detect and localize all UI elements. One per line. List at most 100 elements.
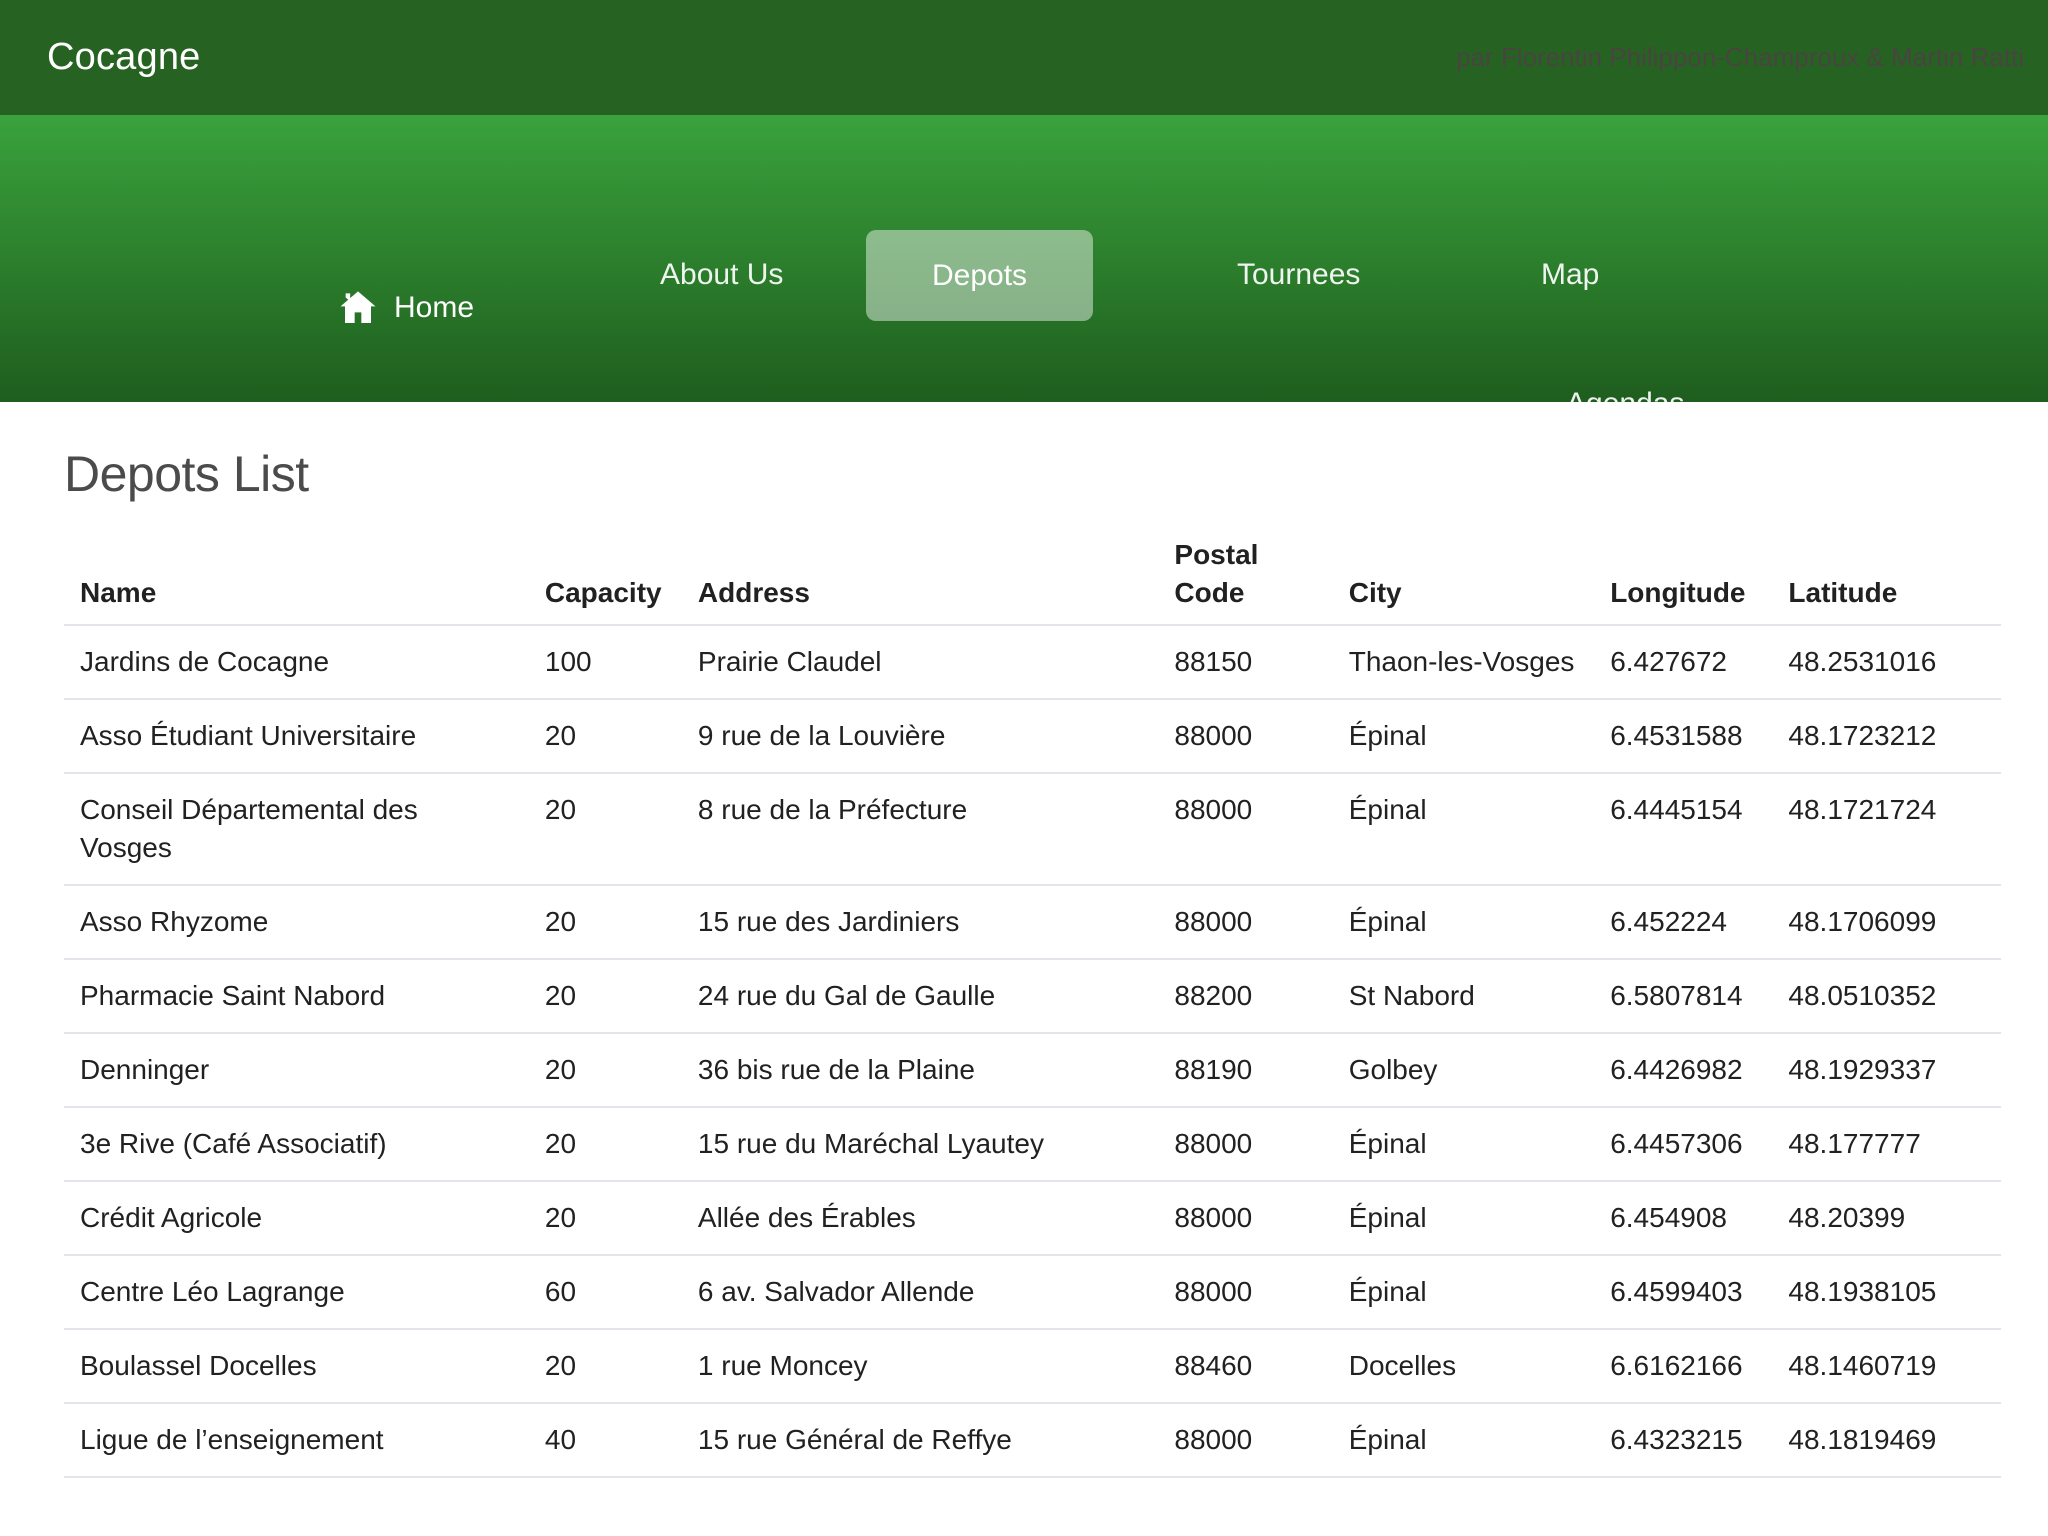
table-cell: Denninger bbox=[64, 1033, 529, 1107]
table-cell: 48.0510352 bbox=[1772, 959, 2001, 1033]
credit-text: par Florentin Philippon-Champroux & Mart… bbox=[1456, 42, 2024, 73]
table-cell: 20 bbox=[529, 1181, 682, 1255]
table-cell: 15 rue du Maréchal Lyautey bbox=[682, 1107, 1159, 1181]
table-cell: 15 rue des Jardiniers bbox=[682, 885, 1159, 959]
table-cell: Allée des Érables bbox=[682, 1181, 1159, 1255]
table-cell: 88000 bbox=[1158, 1403, 1332, 1477]
table-cell: 48.1723212 bbox=[1772, 699, 2001, 773]
table-cell: Ligue de l’enseignement bbox=[64, 1403, 529, 1477]
table-cell: 6.4457306 bbox=[1594, 1107, 1772, 1181]
table-cell: 48.1938105 bbox=[1772, 1255, 2001, 1329]
nav-item-depots[interactable]: Depots bbox=[866, 230, 1093, 321]
table-cell: Épinal bbox=[1333, 1255, 1594, 1329]
column-header: Name bbox=[64, 536, 529, 625]
table-cell: 48.2531016 bbox=[1772, 625, 2001, 699]
table-cell: 6.6162166 bbox=[1594, 1329, 1772, 1403]
table-row: Boulassel Docelles201 rue Moncey88460Doc… bbox=[64, 1329, 2001, 1403]
app-header: Cocagne par Florentin Philippon-Champrou… bbox=[0, 0, 2048, 115]
table-cell: 6 av. Salvador Allende bbox=[682, 1255, 1159, 1329]
table-cell: 6.454908 bbox=[1594, 1181, 1772, 1255]
table-cell: 48.1460719 bbox=[1772, 1329, 2001, 1403]
column-header: Longitude bbox=[1594, 536, 1772, 625]
table-cell: 88000 bbox=[1158, 699, 1332, 773]
table-cell: 48.1819469 bbox=[1772, 1403, 2001, 1477]
table-cell: 48.20399 bbox=[1772, 1181, 2001, 1255]
table-cell: 36 bis rue de la Plaine bbox=[682, 1033, 1159, 1107]
table-cell: 88460 bbox=[1158, 1329, 1332, 1403]
table-cell: St Nabord bbox=[1333, 959, 1594, 1033]
table-cell: Conseil Départemental des Vosges bbox=[64, 773, 529, 885]
main-nav: Home About Us Depots Tournees Map Agenda… bbox=[0, 115, 2048, 402]
table-cell: 88000 bbox=[1158, 885, 1332, 959]
table-cell: 6.5807814 bbox=[1594, 959, 1772, 1033]
table-cell: 20 bbox=[529, 773, 682, 885]
table-cell: Prairie Claudel bbox=[682, 625, 1159, 699]
table-cell: 8 rue de la Préfecture bbox=[682, 773, 1159, 885]
table-cell: 3e Rive (Café Associatif) bbox=[64, 1107, 529, 1181]
table-cell: 48.1721724 bbox=[1772, 773, 2001, 885]
table-row: Centre Léo Lagrange606 av. Salvador Alle… bbox=[64, 1255, 2001, 1329]
table-row: Conseil Départemental des Vosges208 rue … bbox=[64, 773, 2001, 885]
table-cell: Pharmacie Saint Nabord bbox=[64, 959, 529, 1033]
table-cell: Crédit Agricole bbox=[64, 1181, 529, 1255]
table-cell: 20 bbox=[529, 699, 682, 773]
table-cell: 88000 bbox=[1158, 1255, 1332, 1329]
table-cell: Épinal bbox=[1333, 1107, 1594, 1181]
table-cell: Asso Rhyzome bbox=[64, 885, 529, 959]
table-cell: 40 bbox=[529, 1403, 682, 1477]
home-icon bbox=[338, 288, 378, 328]
table-cell: 20 bbox=[529, 1033, 682, 1107]
table-row: Jardins de Cocagne100Prairie Claudel8815… bbox=[64, 625, 2001, 699]
table-cell: Boulassel Docelles bbox=[64, 1329, 529, 1403]
table-row: Denninger2036 bis rue de la Plaine88190G… bbox=[64, 1033, 2001, 1107]
table-cell: Épinal bbox=[1333, 1403, 1594, 1477]
column-header: Postal Code bbox=[1158, 536, 1332, 625]
table-cell: Jardins de Cocagne bbox=[64, 625, 529, 699]
table-cell: Épinal bbox=[1333, 773, 1594, 885]
table-cell: 6.452224 bbox=[1594, 885, 1772, 959]
column-header: Address bbox=[682, 536, 1159, 625]
table-cell: 1 rue Moncey bbox=[682, 1329, 1159, 1403]
table-row: 3e Rive (Café Associatif)2015 rue du Mar… bbox=[64, 1107, 2001, 1181]
table-cell: 15 rue Général de Reffye bbox=[682, 1403, 1159, 1477]
table-cell: Épinal bbox=[1333, 699, 1594, 773]
depots-table: NameCapacityAddressPostal CodeCityLongit… bbox=[64, 536, 2001, 1478]
column-header: Capacity bbox=[529, 536, 682, 625]
table-header-row: NameCapacityAddressPostal CodeCityLongit… bbox=[64, 536, 2001, 625]
table-cell: 100 bbox=[529, 625, 682, 699]
table-cell: 20 bbox=[529, 1107, 682, 1181]
table-cell: 20 bbox=[529, 959, 682, 1033]
table-cell: 6.4426982 bbox=[1594, 1033, 1772, 1107]
nav-item-home[interactable]: Home bbox=[338, 288, 474, 328]
table-cell: Épinal bbox=[1333, 1181, 1594, 1255]
column-header: Latitude bbox=[1772, 536, 2001, 625]
table-row: Pharmacie Saint Nabord2024 rue du Gal de… bbox=[64, 959, 2001, 1033]
nav-item-agendas[interactable]: Agendas bbox=[1566, 385, 1684, 423]
table-cell: Centre Léo Lagrange bbox=[64, 1255, 529, 1329]
nav-item-tournees[interactable]: Tournees bbox=[1237, 256, 1360, 294]
table-row: Asso Étudiant Universitaire209 rue de la… bbox=[64, 699, 2001, 773]
table-cell: 48.1929337 bbox=[1772, 1033, 2001, 1107]
nav-item-about-us[interactable]: About Us bbox=[660, 256, 783, 294]
table-cell: 48.177777 bbox=[1772, 1107, 2001, 1181]
table-cell: Docelles bbox=[1333, 1329, 1594, 1403]
table-row: Asso Rhyzome2015 rue des Jardiniers88000… bbox=[64, 885, 2001, 959]
table-cell: 6.4445154 bbox=[1594, 773, 1772, 885]
table-cell: 88000 bbox=[1158, 1181, 1332, 1255]
nav-item-map[interactable]: Map bbox=[1541, 256, 1599, 294]
table-row: Crédit Agricole20Allée des Érables88000É… bbox=[64, 1181, 2001, 1255]
table-cell: 20 bbox=[529, 885, 682, 959]
table-cell: 24 rue du Gal de Gaulle bbox=[682, 959, 1159, 1033]
nav-item-label: Home bbox=[394, 289, 474, 327]
table-cell: 88150 bbox=[1158, 625, 1332, 699]
table-cell: 88000 bbox=[1158, 773, 1332, 885]
table-cell: 48.1706099 bbox=[1772, 885, 2001, 959]
table-cell: Thaon-les-Vosges bbox=[1333, 625, 1594, 699]
table-cell: Asso Étudiant Universitaire bbox=[64, 699, 529, 773]
brand-title[interactable]: Cocagne bbox=[47, 36, 201, 79]
table-cell: 88200 bbox=[1158, 959, 1332, 1033]
table-cell: Golbey bbox=[1333, 1033, 1594, 1107]
table-cell: 9 rue de la Louvière bbox=[682, 699, 1159, 773]
table-cell: 6.4323215 bbox=[1594, 1403, 1772, 1477]
column-header: City bbox=[1333, 536, 1594, 625]
